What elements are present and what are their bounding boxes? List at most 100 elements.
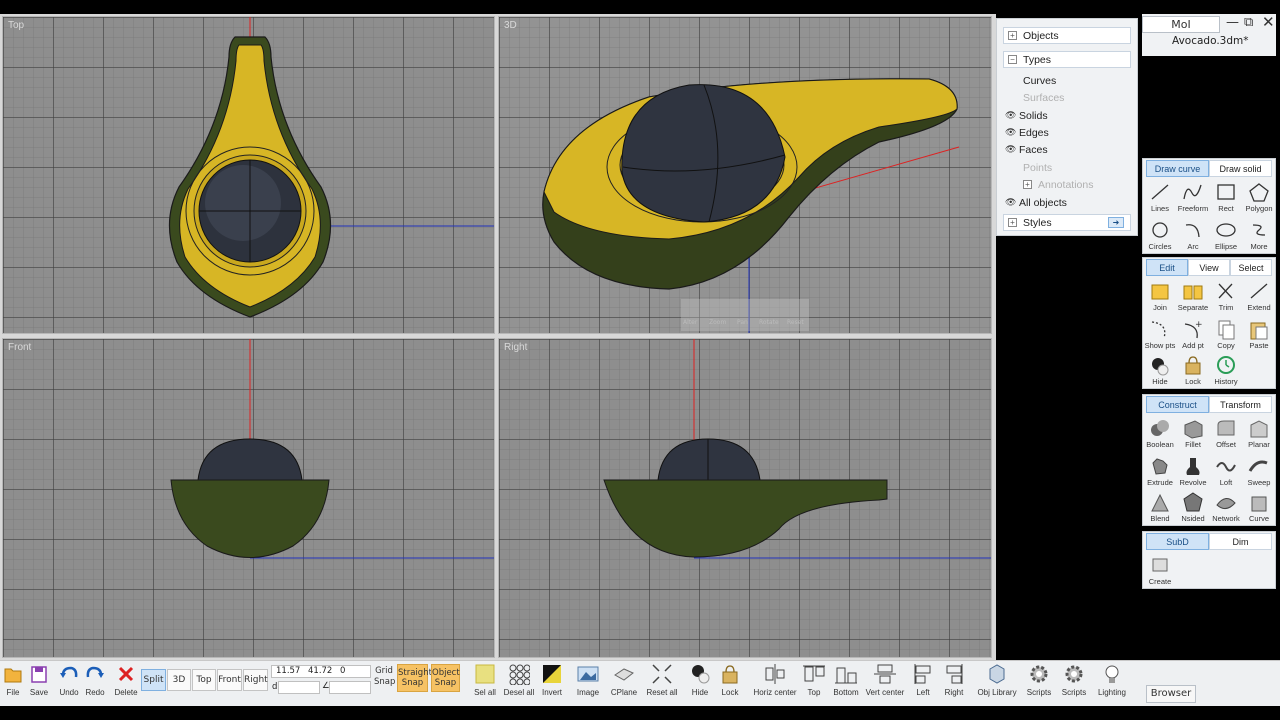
tool-trim[interactable]: Trim [1209,280,1243,316]
redo-button[interactable]: Redo [84,663,106,703]
view-control-rotate[interactable]: Rotate [759,319,779,326]
view-3d-button[interactable]: 3D [167,669,191,691]
tool-blend[interactable]: Blend [1143,491,1177,527]
browser-button[interactable]: Browser [1146,685,1196,703]
tool-rect[interactable]: Rect [1209,181,1243,217]
select-all-button[interactable]: Sel all [472,663,498,703]
tab-transform[interactable]: Transform [1209,396,1272,413]
horiz-center-button[interactable]: Horiz center [752,663,798,703]
tree-curves[interactable]: Curves [1023,72,1056,89]
scripts-button-1[interactable]: Scripts [1026,663,1052,703]
tool-separate[interactable]: Separate [1176,280,1210,316]
vert-center-button[interactable]: Vert center [864,663,906,703]
tool-circles[interactable]: Circles [1143,219,1177,255]
tool-boolean[interactable]: Boolean [1143,417,1177,453]
tool-fillet[interactable]: Fillet [1176,417,1210,453]
expand-icon[interactable]: + [1023,180,1032,189]
viewport-3d[interactable]: 3D Alter Zoom Pan Rotate Reset [498,16,992,334]
lock-button[interactable]: Lock [718,663,742,703]
tool-more[interactable]: More [1242,219,1276,255]
tree-all-objects[interactable]: 👁 All objects [1005,194,1067,211]
tool-history[interactable]: History [1209,354,1243,390]
tree-types[interactable]: − Types [1003,51,1131,68]
align-right-button[interactable]: Right [942,663,966,703]
styles-arrow-icon[interactable]: ➜ [1108,217,1124,228]
grid-snap-toggle[interactable]: Grid Snap [374,666,395,688]
tree-solids[interactable]: 👁 Solids [1005,107,1048,124]
tab-draw-solid[interactable]: Draw solid [1209,160,1272,177]
deselect-all-button[interactable]: Desel all [503,663,535,703]
view-front-button[interactable]: Front [217,669,242,691]
tool-ellipse[interactable]: Ellipse [1209,219,1243,255]
expand-icon[interactable]: + [1008,31,1017,40]
tool-join[interactable]: Join [1143,280,1177,316]
tool-hide[interactable]: Hide [1143,354,1177,390]
tree-edges[interactable]: 👁 Edges [1005,124,1049,141]
view-split-button[interactable]: Split [141,669,166,691]
tab-edit[interactable]: Edit [1146,259,1188,276]
view-control-pan[interactable]: Pan [737,319,748,326]
tree-objects[interactable]: + Objects [1003,27,1131,44]
all-objects-eye-icon[interactable]: 👁 [1005,197,1019,208]
tool-nsided[interactable]: Nsided [1176,491,1210,527]
eye-icon[interactable]: 👁 [1005,110,1019,121]
tool-freeform[interactable]: Freeform [1176,181,1210,217]
tool-arc[interactable]: Arc [1176,219,1210,255]
minimize-icon[interactable]: — [1226,15,1239,30]
file-button[interactable]: File [3,663,23,703]
obj-library-button[interactable]: Obj Library [976,663,1018,703]
viewport-right[interactable]: Right [498,338,992,658]
straight-snap-toggle[interactable]: Straight Snap [397,664,432,692]
cplane-button[interactable]: CPlane [610,663,638,703]
viewport-top[interactable]: Top [2,16,495,334]
tool-sweep[interactable]: Sweep [1242,455,1276,491]
tab-draw-curve[interactable]: Draw curve [1146,160,1209,177]
tool-offset[interactable]: Offset [1209,417,1243,453]
tab-dim[interactable]: Dim [1209,533,1272,550]
tool-loft[interactable]: Loft [1209,455,1243,491]
eye-icon[interactable]: 👁 [1005,144,1019,155]
tree-annotations[interactable]: + Annotations [1023,176,1093,193]
eye-icon[interactable]: 👁 [1005,127,1019,138]
view-control-zoom[interactable]: Zoom [709,319,726,326]
save-button[interactable]: Save [28,663,50,703]
tool-show-pts[interactable]: Show pts [1143,318,1177,354]
tool-curve[interactable]: Curve [1242,491,1276,527]
view-control-alter[interactable]: Alter [683,319,697,326]
invert-button[interactable]: Invert [540,663,564,703]
tool-add-pt[interactable]: + Add pt [1176,318,1210,354]
tab-select[interactable]: Select [1230,259,1272,276]
tree-surfaces[interactable]: Surfaces [1023,89,1064,106]
view-control-reset[interactable]: Reset [787,319,804,326]
view-right-button[interactable]: Right [243,669,268,691]
tool-create[interactable]: Create [1143,554,1177,590]
scripts-button-2[interactable]: Scripts [1061,663,1087,703]
tree-styles[interactable]: + Styles ➜ [1003,214,1131,231]
image-button[interactable]: Image [575,663,601,703]
tool-lock[interactable]: Lock [1176,354,1210,390]
tool-polygon[interactable]: Polygon [1242,181,1276,217]
close-icon[interactable]: ✕ [1262,13,1275,31]
angle-input[interactable] [329,681,371,694]
tool-planar[interactable]: Planar [1242,417,1276,453]
lighting-button[interactable]: Lighting [1097,663,1127,703]
moi-menu-button[interactable]: MoI [1142,16,1220,33]
align-top-button[interactable]: Top [802,663,826,703]
tool-paste[interactable]: Paste [1242,318,1276,354]
align-left-button[interactable]: Left [912,663,934,703]
tab-view[interactable]: View [1188,259,1230,276]
tool-network[interactable]: Network [1209,491,1243,527]
tree-points[interactable]: Points [1023,159,1052,176]
tab-subd[interactable]: SubD [1146,533,1209,550]
align-bottom-button[interactable]: Bottom [830,663,862,703]
collapse-icon[interactable]: − [1008,55,1017,64]
tree-faces[interactable]: 👁 Faces [1005,141,1048,158]
hide-button[interactable]: Hide [688,663,712,703]
tool-lines[interactable]: Lines [1143,181,1177,217]
maximize-icon[interactable]: ⧉ [1244,15,1253,30]
tab-construct[interactable]: Construct [1146,396,1209,413]
tool-copy[interactable]: Copy [1209,318,1243,354]
view-top-button[interactable]: Top [192,669,216,691]
viewport-front[interactable]: Front [2,338,495,658]
undo-button[interactable]: Undo [58,663,80,703]
